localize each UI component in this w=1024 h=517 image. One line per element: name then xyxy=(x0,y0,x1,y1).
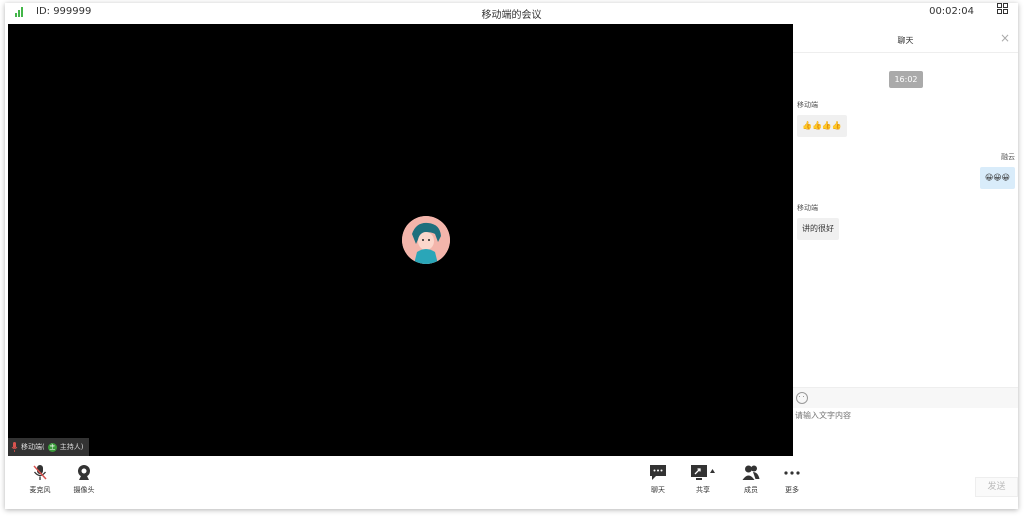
chat-button[interactable]: 聊天 xyxy=(646,456,670,496)
members-icon xyxy=(742,465,760,480)
close-icon[interactable]: × xyxy=(1000,31,1010,45)
send-button[interactable]: 发送 xyxy=(975,477,1018,497)
mic-muted-icon xyxy=(11,442,18,452)
message-sender: 融云 xyxy=(1001,153,1015,161)
more-button[interactable]: 更多 xyxy=(780,456,804,496)
microphone-label: 麦克风 xyxy=(29,486,51,494)
meeting-window: ID: 999999 移动端的会议 00:02:04 移动端( 主 主持人) 聊… xyxy=(5,3,1018,509)
share-label: 共享 xyxy=(696,486,710,494)
message-bubble: 讲的很好 xyxy=(797,218,839,240)
camera-label: 摄像头 xyxy=(73,486,95,494)
more-label: 更多 xyxy=(785,486,799,494)
participant-name: 移动端( xyxy=(21,443,45,451)
chat-time-badge: 16:02 xyxy=(889,71,923,88)
emoji-icon[interactable] xyxy=(796,392,808,404)
meeting-toolbar: 麦克风 摄像头 聊天 共享 成员 更多 xyxy=(8,456,800,496)
camera-button[interactable]: 摄像头 xyxy=(72,456,96,496)
members-label: 成员 xyxy=(744,486,758,494)
meeting-timer: 00:02:04 xyxy=(929,6,974,17)
host-badge-icon: 主 xyxy=(47,442,57,452)
share-button[interactable]: 共享 xyxy=(688,456,718,496)
chat-header: 聊天 × xyxy=(793,24,1018,53)
more-dots-icon xyxy=(784,471,800,475)
meeting-title: 移动端的会议 xyxy=(481,10,542,21)
message-sender: 移动端 xyxy=(797,204,818,212)
message-sender: 移动端 xyxy=(797,101,818,109)
message-bubble: 👍👍👍👍 xyxy=(797,115,847,137)
message-bubble: 😀😀😀 xyxy=(979,167,1015,189)
members-button[interactable]: 成员 xyxy=(739,456,763,496)
camera-icon xyxy=(78,465,90,480)
participant-avatar xyxy=(402,216,450,264)
microphone-button[interactable]: 麦克风 xyxy=(28,456,52,496)
title-bar: ID: 999999 移动端的会议 00:02:04 xyxy=(5,3,1018,24)
participant-name-tag: 移动端( 主 主持人) xyxy=(8,438,90,456)
chat-input-toolbar xyxy=(793,387,1018,408)
chat-label: 聊天 xyxy=(651,486,665,494)
chat-panel: 聊天 × 16:02 移动端 👍👍👍👍 融云 😀😀😀 移动端 讲的很好 发送 xyxy=(793,24,1018,497)
video-area: 移动端( 主 主持人) xyxy=(8,24,793,456)
chat-bubble-icon xyxy=(650,465,666,480)
microphone-muted-icon xyxy=(33,465,47,480)
layout-grid-icon[interactable] xyxy=(997,3,1009,15)
screen-share-icon xyxy=(691,465,715,480)
host-label: 主持人) xyxy=(59,443,84,451)
chat-title: 聊天 xyxy=(897,36,914,45)
